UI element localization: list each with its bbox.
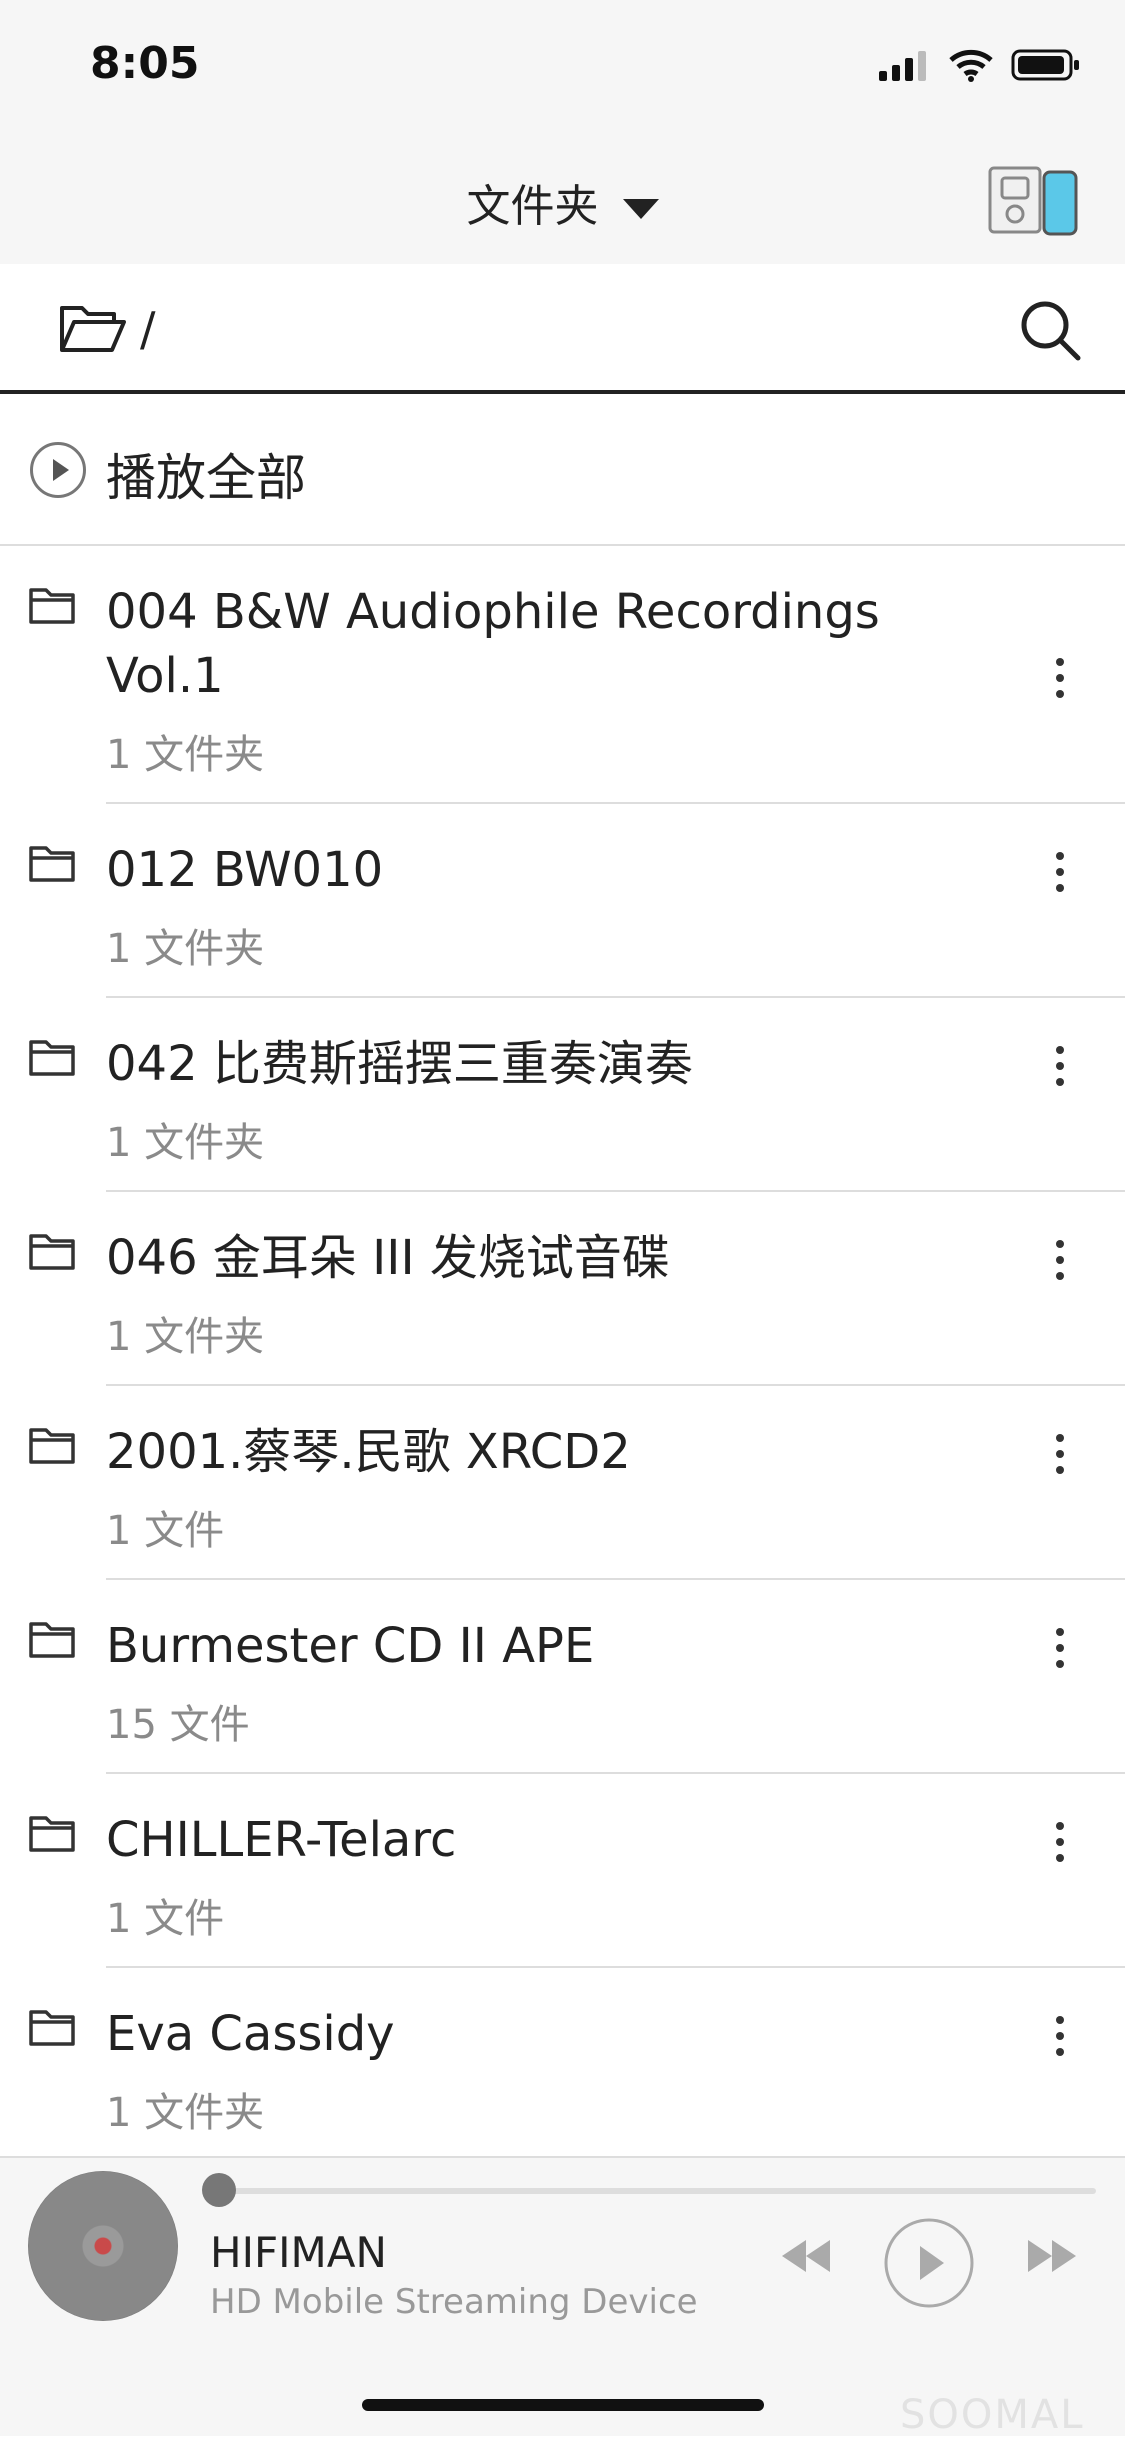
- folder-count: 1 文件夹: [106, 732, 265, 778]
- next-icon[interactable]: [1022, 2226, 1082, 2286]
- folder-icon: [29, 2010, 75, 2046]
- more-options-icon[interactable]: [1040, 1434, 1080, 1524]
- more-options-icon[interactable]: [1040, 1240, 1080, 1330]
- folder-title: 012 BW010: [106, 842, 384, 898]
- folder-count: 1 文件: [106, 1896, 225, 1942]
- list-item[interactable]: 004 B&W Audiophile Recordings Vol.1 1 文件…: [0, 546, 1125, 804]
- list-item[interactable]: 012 BW010 1 文件夹: [0, 804, 1125, 998]
- nav-title: 文件夹: [466, 181, 599, 232]
- more-options-icon[interactable]: [1040, 2016, 1080, 2106]
- battery-icon: [1011, 49, 1079, 81]
- status-icons: [879, 48, 1081, 82]
- folder-count: 1 文件夹: [106, 926, 265, 972]
- folder-list: 004 B&W Audiophile Recordings Vol.1 1 文件…: [0, 546, 1125, 2160]
- list-item[interactable]: Eva Cassidy 1 文件夹: [0, 1968, 1125, 2160]
- folder-icon: [29, 846, 75, 882]
- status-time: 8:05: [90, 38, 200, 89]
- folder-view-selector[interactable]: 文件夹: [0, 170, 1125, 234]
- folder-title: CHILLER-Telarc: [106, 1812, 457, 1868]
- folder-count: 1 文件: [106, 1508, 225, 1554]
- folder-title: 042 比费斯摇摆三重奏演奏: [106, 1036, 693, 1092]
- folder-title: 046 金耳朵 III 发烧试音碟: [106, 1230, 670, 1286]
- signal-icon: [879, 51, 926, 81]
- list-item[interactable]: Burmester CD II APE 15 文件: [0, 1580, 1125, 1774]
- more-options-icon[interactable]: [1040, 658, 1080, 748]
- more-options-icon[interactable]: [1040, 1822, 1080, 1912]
- list-item[interactable]: 046 金耳朵 III 发烧试音碟 1 文件夹: [0, 1192, 1125, 1386]
- progress-handle[interactable]: [202, 2173, 236, 2207]
- progress-track[interactable]: [220, 2188, 1096, 2194]
- current-path: /: [140, 302, 156, 356]
- play-circle-icon: [30, 442, 86, 498]
- folder-count: 15 文件: [106, 1702, 250, 1748]
- folder-title: Burmester CD II APE: [106, 1618, 595, 1674]
- list-item[interactable]: CHILLER-Telarc 1 文件: [0, 1774, 1125, 1968]
- folder-count: 1 文件夹: [106, 1314, 265, 1360]
- folder-title: 2001.蔡琴.民歌 XRCD2: [106, 1424, 631, 1480]
- folder-icon: [29, 1622, 75, 1658]
- folder-icon: [29, 1040, 75, 1076]
- watermark: SOOMAL: [900, 2392, 1085, 2438]
- folder-icon: [29, 1234, 75, 1270]
- path-bar: /: [0, 264, 1125, 394]
- track-subtitle: HD Mobile Streaming Device: [210, 2282, 698, 2322]
- list-item[interactable]: 042 比费斯摇摆三重奏演奏 1 文件夹: [0, 998, 1125, 1192]
- album-art[interactable]: [28, 2171, 178, 2321]
- play-all-button[interactable]: 播放全部: [0, 394, 1125, 546]
- folder-icon: [29, 588, 75, 624]
- folder-count: 1 文件夹: [106, 2090, 265, 2136]
- folder-icon: [29, 1428, 75, 1464]
- more-options-icon[interactable]: [1040, 1046, 1080, 1136]
- track-title: HIFIMAN: [210, 2228, 387, 2277]
- folder-title: 004 B&W Audiophile Recordings Vol.1: [106, 584, 880, 704]
- more-options-icon[interactable]: [1040, 1628, 1080, 1718]
- nav-bar: 文件夹: [0, 140, 1125, 264]
- folder-count: 1 文件夹: [106, 1120, 265, 1166]
- search-icon[interactable]: [1018, 298, 1082, 362]
- folder-open-icon[interactable]: [58, 300, 126, 358]
- play-button[interactable]: [882, 2216, 976, 2310]
- caret-down-icon: [622, 199, 659, 219]
- previous-icon[interactable]: [776, 2226, 836, 2286]
- play-all-label: 播放全部: [106, 449, 306, 507]
- more-options-icon[interactable]: [1040, 852, 1080, 942]
- wifi-icon: [949, 49, 993, 82]
- device-icon[interactable]: [988, 166, 1080, 236]
- list-item[interactable]: 2001.蔡琴.民歌 XRCD2 1 文件: [0, 1386, 1125, 1580]
- status-bar: 8:05: [0, 0, 1125, 140]
- home-indicator[interactable]: [362, 2399, 764, 2411]
- folder-icon: [29, 1816, 75, 1852]
- folder-title: Eva Cassidy: [106, 2006, 395, 2062]
